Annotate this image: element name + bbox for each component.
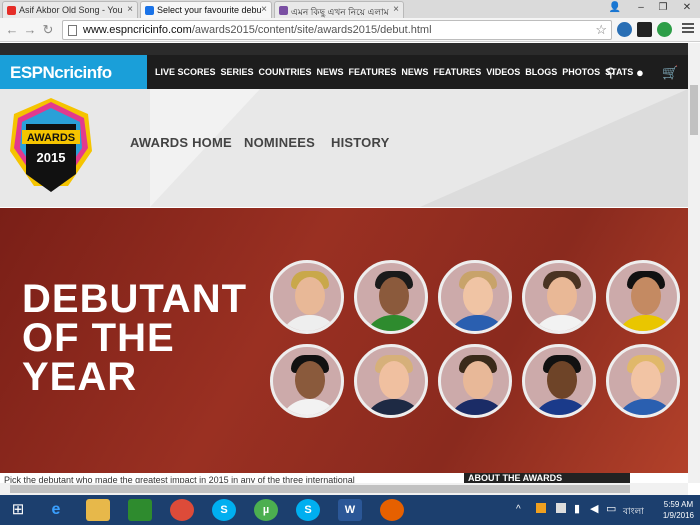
nominee-photo[interactable] — [522, 344, 596, 418]
site-logo[interactable]: ESPNcricinfo — [0, 55, 147, 89]
grammarly-icon[interactable] — [657, 22, 672, 37]
nav-features-2[interactable]: FEATURES — [433, 67, 481, 77]
hero-title: DEBUTANT OF THE YEAR — [22, 277, 248, 399]
nav-countries[interactable]: COUNTRIES — [259, 67, 312, 77]
menu-icon[interactable] — [682, 23, 694, 35]
internet-explorer-icon[interactable]: e — [44, 499, 68, 521]
back-icon[interactable]: ← — [4, 22, 20, 37]
extension-icon[interactable] — [637, 22, 652, 37]
account-icon[interactable]: ● — [636, 65, 644, 80]
tray-arrow-icon[interactable]: ^ — [516, 504, 521, 515]
firefox-icon[interactable] — [380, 499, 404, 521]
submenu-history[interactable]: HISTORY — [331, 135, 389, 150]
cricinfo-icon — [145, 6, 154, 15]
scroll-thumb[interactable] — [690, 85, 698, 135]
site-nav: ESPNcricinfo LIVE SCORES SERIES COUNTRIE… — [0, 55, 688, 89]
nav-photos[interactable]: PHOTOS — [562, 67, 600, 77]
nav-series[interactable]: SERIES — [221, 67, 254, 77]
nav-features[interactable]: FEATURES — [349, 67, 397, 77]
intro-text: Pick the debutant who made the greatest … — [4, 475, 355, 483]
nominee-photo[interactable] — [354, 260, 428, 334]
nav-blogs[interactable]: BLOGS — [525, 67, 557, 77]
tray-icon[interactable] — [536, 503, 546, 513]
store-icon[interactable] — [128, 499, 152, 521]
search-icon[interactable]: ⚲ — [606, 65, 616, 81]
page-content: ESPNcricinfo LIVE SCORES SERIES COUNTRIE… — [0, 43, 688, 483]
taskbar: ⊞ e S µ S W ^ ▮ ◀ ▭ বাংলা 5:59 AM 1/9/20… — [0, 495, 700, 525]
tab-title: এমন কিছু এখন নিয়ে এলাম — [291, 7, 389, 17]
top-strip — [0, 43, 688, 55]
nav-news[interactable]: NEWS — [317, 67, 344, 77]
nav-videos[interactable]: VIDEOS — [486, 67, 520, 77]
nominee-photo[interactable] — [606, 260, 680, 334]
nominee-photo[interactable] — [438, 260, 512, 334]
maximize-button[interactable]: ❐ — [652, 0, 674, 16]
extension-icon[interactable] — [617, 22, 632, 37]
nav-news-2[interactable]: NEWS — [401, 67, 428, 77]
tab-strip: Asif Akbor Old Song - You × Select your … — [0, 0, 700, 18]
hero-title-line: OF THE — [22, 316, 175, 360]
nav-links: LIVE SCORES SERIES COUNTRIES NEWS FEATUR… — [155, 67, 633, 77]
about-title: ABOUT THE AWARDS — [468, 473, 563, 483]
nav-live-scores[interactable]: LIVE SCORES — [155, 67, 216, 77]
file-explorer-icon[interactable] — [86, 499, 110, 521]
hero-banner: DEBUTANT OF THE YEAR — [0, 208, 688, 473]
windows-start-icon[interactable]: ⊞ — [6, 499, 30, 521]
volume-icon[interactable]: ◀ — [590, 502, 598, 515]
clock[interactable]: 5:59 AM 1/9/2016 — [663, 499, 694, 521]
youtube-icon — [7, 6, 16, 15]
vertical-scrollbar[interactable] — [688, 43, 700, 483]
close-icon[interactable]: × — [261, 4, 267, 15]
battery-icon[interactable]: ▭ — [606, 502, 616, 515]
tab-title: Select your favourite debu — [157, 5, 262, 15]
awards-logo-text: AWARDS — [27, 132, 75, 144]
close-icon[interactable]: × — [393, 4, 399, 15]
cart-icon[interactable]: 🛒 — [662, 65, 678, 81]
intro-strip: Pick the debutant who made the greatest … — [0, 473, 688, 483]
forward-icon[interactable]: → — [22, 22, 38, 37]
url-path: /awards2015/content/site/awards2015/debu… — [191, 24, 432, 36]
tab-bangla[interactable]: এমন কিছু এখন নিয়ে এলাম × — [274, 1, 404, 18]
chrome-icon[interactable] — [170, 499, 194, 521]
tab-youtube[interactable]: Asif Akbor Old Song - You × — [2, 1, 138, 18]
nominee-photo[interactable] — [270, 344, 344, 418]
about-box: ABOUT THE AWARDS — [464, 473, 630, 483]
clock-date: 1/9/2016 — [662, 511, 694, 520]
nominee-photo[interactable] — [522, 260, 596, 334]
scroll-thumb[interactable] — [10, 485, 630, 493]
clock-time: 5:59 AM — [663, 500, 694, 509]
nominee-photo[interactable] — [606, 344, 680, 418]
word-icon[interactable]: W — [338, 499, 362, 521]
nominee-photo[interactable] — [438, 344, 512, 418]
nominee-photo[interactable] — [270, 260, 344, 334]
browser-toolbar: ← → ↻ www.espncricinfo.com/awards2015/co… — [0, 18, 700, 42]
minimize-button[interactable]: – — [630, 0, 652, 16]
close-window-button[interactable]: ✕ — [676, 0, 698, 16]
awards-logo[interactable]: AWARDS 2015 — [8, 96, 94, 196]
reload-icon[interactable]: ↻ — [40, 22, 56, 38]
submenu-awards-home[interactable]: AWARDS HOME — [130, 135, 232, 150]
tab-title: Asif Akbor Old Song - You — [19, 5, 123, 15]
nominee-photo[interactable] — [354, 344, 428, 418]
page-icon — [279, 6, 288, 15]
star-icon[interactable]: ☆ — [595, 22, 607, 38]
network-icon[interactable]: ▮ — [574, 502, 580, 515]
address-bar[interactable]: www.espncricinfo.com/awards2015/content/… — [62, 20, 612, 40]
utorrent-icon[interactable]: µ — [254, 499, 278, 521]
awards-logo-year: 2015 — [37, 150, 66, 165]
close-icon[interactable]: × — [127, 4, 133, 15]
horizontal-scrollbar[interactable] — [0, 483, 688, 495]
url-domain: www.espncricinfo.com — [83, 24, 192, 36]
submenu-nominees[interactable]: NOMINEES — [244, 135, 315, 150]
skype-icon[interactable]: S — [296, 499, 320, 521]
tab-cricinfo[interactable]: Select your favourite debu × — [140, 1, 272, 18]
page-icon — [68, 25, 77, 36]
hero-title-line: DEBUTANT — [22, 277, 248, 321]
user-icon[interactable]: 👤 — [604, 0, 626, 16]
tray-icon[interactable] — [556, 503, 566, 513]
skype-icon[interactable]: S — [212, 499, 236, 521]
language-indicator[interactable]: বাংলা — [623, 504, 644, 519]
hero-title-line: YEAR — [22, 355, 138, 399]
